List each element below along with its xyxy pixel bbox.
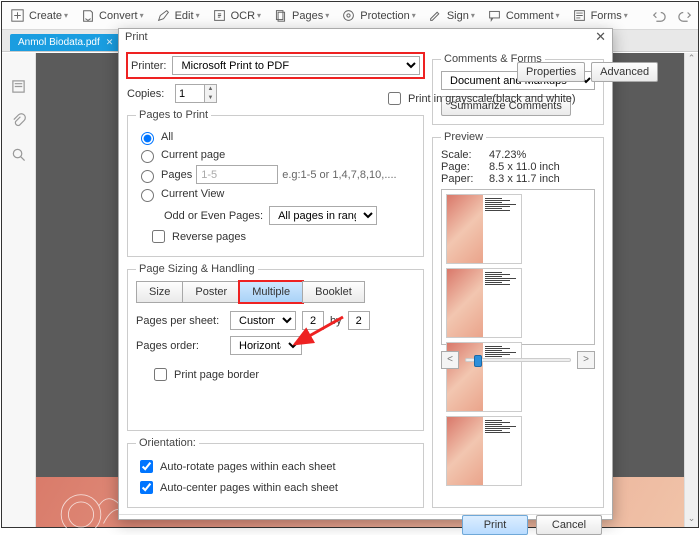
pps-height-input[interactable] bbox=[348, 311, 370, 330]
auto-rotate-checkbox[interactable]: Auto-rotate pages within each sheet bbox=[136, 457, 415, 476]
grayscale-checkbox[interactable]: Print in grayscale(black and white) bbox=[384, 89, 576, 108]
preview-thumb bbox=[446, 416, 522, 486]
edit-icon bbox=[156, 8, 171, 23]
scroll-up-icon[interactable]: ⌃ bbox=[685, 53, 698, 67]
toolbar-edit[interactable]: Edit▾ bbox=[156, 8, 200, 23]
tab-label: Anmol Biodata.pdf bbox=[18, 37, 100, 48]
convert-icon bbox=[80, 8, 95, 23]
order-select[interactable]: Horizontal bbox=[230, 336, 302, 355]
orientation-legend: Orientation: bbox=[136, 437, 199, 449]
advanced-button[interactable]: Advanced bbox=[591, 62, 658, 82]
radio-all[interactable]: All bbox=[136, 129, 415, 145]
toolbar-create[interactable]: Create▾ bbox=[10, 8, 68, 23]
page-sizing-legend: Page Sizing & Handling bbox=[136, 263, 258, 275]
radio-current-page[interactable]: Current page bbox=[136, 147, 415, 163]
toolbar-pages[interactable]: Pages▾ bbox=[273, 8, 329, 23]
printer-label: Printer: bbox=[131, 60, 166, 72]
print-button[interactable]: Print bbox=[462, 515, 528, 535]
comment-icon bbox=[487, 8, 502, 23]
preview-thumb bbox=[446, 268, 522, 338]
dialog-footer: Print Cancel bbox=[119, 514, 612, 535]
copies-label: Copies: bbox=[127, 88, 169, 100]
step-down-icon[interactable]: ▼ bbox=[205, 94, 216, 103]
tab-size[interactable]: Size bbox=[136, 281, 183, 303]
tab-multiple[interactable]: Multiple bbox=[239, 281, 303, 303]
pps-label: Pages per sheet: bbox=[136, 315, 224, 327]
preview-thumb bbox=[446, 194, 522, 264]
pages-hint: e.g:1-5 or 1,4,7,8,10,.... bbox=[282, 169, 396, 181]
printer-select[interactable]: Microsoft Print to PDF bbox=[172, 56, 420, 75]
slider-thumb[interactable] bbox=[474, 355, 482, 367]
ocr-icon bbox=[212, 8, 227, 23]
page-border-checkbox[interactable]: Print page border bbox=[150, 365, 415, 384]
orientation-group: Orientation: Auto-rotate pages within ea… bbox=[127, 437, 424, 508]
shield-icon bbox=[341, 8, 356, 23]
close-icon[interactable]: ✕ bbox=[595, 29, 606, 45]
forms-icon bbox=[572, 8, 587, 23]
paper-value: 8.3 x 11.7 inch bbox=[489, 173, 560, 185]
search-icon[interactable] bbox=[11, 147, 26, 165]
plus-icon bbox=[10, 8, 25, 23]
copies-stepper[interactable]: ▲▼ bbox=[175, 84, 217, 103]
undo-icon[interactable] bbox=[652, 8, 666, 23]
next-page-button[interactable]: > bbox=[577, 351, 595, 369]
cancel-button[interactable]: Cancel bbox=[536, 515, 602, 535]
attachment-icon[interactable] bbox=[11, 113, 26, 131]
paper-label: Paper: bbox=[441, 173, 483, 185]
left-sidebar bbox=[2, 53, 36, 527]
scroll-down-icon[interactable]: ⌄ bbox=[685, 513, 698, 527]
page-sizing-group: Page Sizing & Handling Size Poster Multi… bbox=[127, 263, 424, 431]
odd-even-label: Odd or Even Pages: bbox=[164, 210, 263, 222]
pps-width-input[interactable] bbox=[302, 311, 324, 330]
radio-current-view[interactable]: Current View bbox=[136, 186, 415, 202]
toolbar-comment[interactable]: Comment▾ bbox=[487, 8, 560, 23]
toolbar-ocr[interactable]: OCR▾ bbox=[212, 8, 261, 23]
redo-icon[interactable] bbox=[678, 8, 692, 23]
odd-even-select[interactable]: All pages in range bbox=[269, 206, 377, 225]
radio-pages[interactable]: Pages e.g:1-5 or 1,4,7,8,10,.... bbox=[136, 165, 415, 184]
pages-input[interactable] bbox=[196, 165, 278, 184]
dialog-titlebar: Print ✕ bbox=[119, 29, 612, 45]
tab-poster[interactable]: Poster bbox=[182, 281, 240, 303]
auto-center-checkbox[interactable]: Auto-center pages within each sheet bbox=[136, 478, 415, 497]
tab-booklet[interactable]: Booklet bbox=[302, 281, 365, 303]
reverse-checkbox[interactable]: Reverse pages bbox=[148, 227, 415, 246]
pages-to-print-legend: Pages to Print bbox=[136, 109, 211, 121]
pps-mode-select[interactable]: Custom Sc bbox=[230, 311, 296, 330]
toolbar-forms[interactable]: Forms▾ bbox=[572, 8, 628, 23]
dialog-title: Print bbox=[125, 31, 148, 43]
copies-input[interactable] bbox=[176, 85, 204, 102]
pages-icon bbox=[273, 8, 288, 23]
slider-track[interactable] bbox=[465, 358, 571, 362]
app-toolbar: Create▾ Convert▾ Edit▾ OCR▾ Pages▾ Prote… bbox=[2, 2, 698, 30]
thumbnail-icon[interactable] bbox=[11, 79, 26, 97]
preview-legend: Preview bbox=[441, 131, 486, 143]
pages-to-print-group: Pages to Print All Current page Pages e.… bbox=[127, 109, 424, 257]
sizing-tabs: Size Poster Multiple Booklet bbox=[136, 281, 415, 303]
step-up-icon[interactable]: ▲ bbox=[205, 85, 216, 94]
prev-page-button[interactable]: < bbox=[441, 351, 459, 369]
toolbar-protection[interactable]: Protection▾ bbox=[341, 8, 416, 23]
print-dialog: Print ✕ Printer: Microsoft Print to PDF … bbox=[118, 28, 613, 520]
preview-group: Preview Scale: 47.23% Page: 8.5 x 11.0 inc… bbox=[432, 131, 604, 508]
toolbar-sign[interactable]: Sign▾ bbox=[428, 8, 475, 23]
order-label: Pages order: bbox=[136, 340, 224, 352]
scale-value: 47.23% bbox=[489, 149, 526, 161]
sign-icon bbox=[428, 8, 443, 23]
close-icon[interactable]: ✕ bbox=[106, 37, 114, 48]
properties-button[interactable]: Properties bbox=[517, 62, 585, 82]
pps-by: by bbox=[330, 315, 342, 327]
main-scrollbar[interactable]: ⌃ ⌄ bbox=[684, 53, 698, 527]
page-value: 8.5 x 11.0 inch bbox=[489, 161, 560, 173]
preview-sheet bbox=[441, 189, 595, 345]
scale-label: Scale: bbox=[441, 149, 483, 161]
page-label: Page: bbox=[441, 161, 483, 173]
toolbar-convert[interactable]: Convert▾ bbox=[80, 8, 144, 23]
document-tab[interactable]: Anmol Biodata.pdf ✕ bbox=[10, 34, 121, 51]
